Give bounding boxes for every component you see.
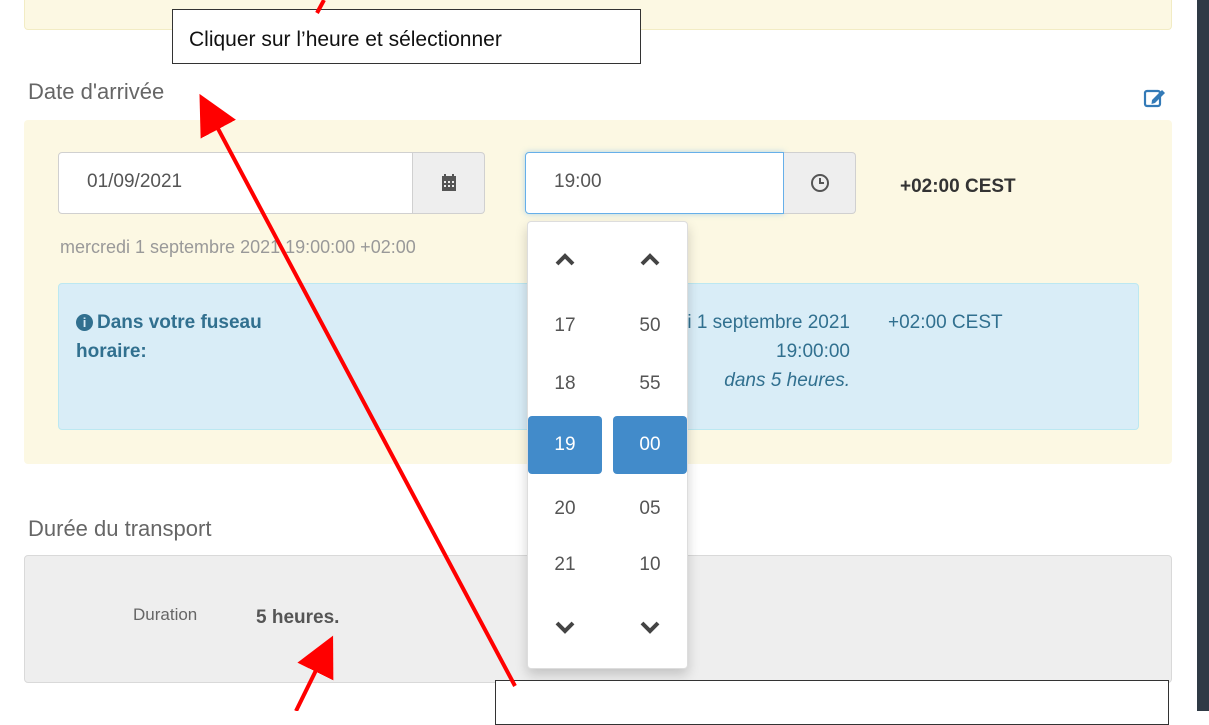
date-hint: mercredi 1 septembre 2021 19:00:00 +02:0… <box>60 237 416 257</box>
annotation-callout-top: Cliquer sur l’heure et sélectionner <box>172 9 641 64</box>
annotation-callout-bottom <box>495 680 1169 725</box>
minute-decrement-button[interactable] <box>613 608 687 648</box>
hour-increment-button[interactable] <box>528 239 602 279</box>
info-label-line1: Dans votre fuseau <box>97 312 262 333</box>
hour-option-selected[interactable]: 19 <box>528 416 602 474</box>
chevron-up-icon <box>555 253 575 266</box>
duration-value: 5 heures. <box>256 607 340 628</box>
arrival-date-title: Date d'arrivée <box>28 79 165 104</box>
time-input[interactable]: 19:00 <box>525 152 784 214</box>
clock-button[interactable] <box>784 152 856 214</box>
transport-duration-title: Durée du transport <box>28 516 212 541</box>
minute-option-selected[interactable]: 00 <box>613 416 687 474</box>
calendar-button[interactable] <box>413 152 485 214</box>
timezone-label: +02:00 CEST <box>900 176 1016 197</box>
edit-icon[interactable] <box>1143 87 1167 109</box>
date-input-group: 01/09/2021 <box>58 152 485 214</box>
time-picker-dropdown: 17 18 19 20 21 50 55 00 05 10 <box>527 221 688 669</box>
minute-increment-button[interactable] <box>613 239 687 279</box>
hour-option[interactable]: 20 <box>528 480 602 538</box>
info-label-line2: horaire: <box>76 341 147 362</box>
info-timezone: +02:00 CEST <box>888 312 1003 333</box>
minute-option[interactable]: 05 <box>613 480 687 538</box>
minute-option[interactable]: 50 <box>613 297 687 355</box>
hour-option[interactable]: 18 <box>528 355 602 413</box>
duration-label: Duration <box>133 605 198 624</box>
annotation-text-top: Cliquer sur l’heure et sélectionner <box>189 28 502 51</box>
info-label: i Dans votre fuseau horaire: <box>76 308 262 366</box>
info-circle-icon: i <box>76 314 93 331</box>
hour-option[interactable]: 21 <box>528 536 602 594</box>
window-edge <box>1197 0 1209 711</box>
chevron-down-icon <box>640 621 660 634</box>
chevron-up-icon <box>640 253 660 266</box>
date-input[interactable]: 01/09/2021 <box>58 152 413 214</box>
clock-icon <box>810 174 829 192</box>
chevron-down-icon <box>555 621 575 634</box>
hour-option[interactable]: 17 <box>528 297 602 355</box>
minute-option[interactable]: 55 <box>613 355 687 413</box>
minute-option[interactable]: 10 <box>613 536 687 594</box>
hour-decrement-button[interactable] <box>528 608 602 648</box>
calendar-icon <box>441 174 456 191</box>
time-input-group: 19:00 <box>525 152 856 214</box>
